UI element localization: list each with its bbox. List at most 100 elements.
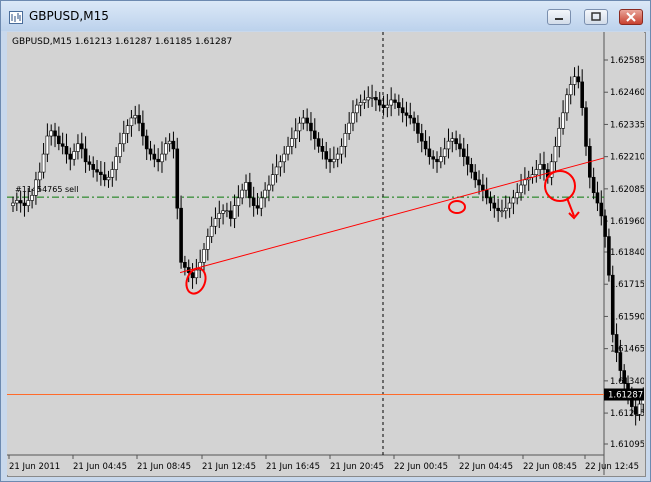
- x-tick-label: 21 Jun 04:45: [73, 462, 127, 472]
- candle: [64, 146, 69, 155]
- candle: [45, 135, 50, 155]
- candle: [183, 262, 187, 268]
- x-tick-label: 21 Jun 16:45: [266, 462, 320, 472]
- candle: [408, 115, 413, 119]
- candle: [263, 189, 267, 199]
- candle: [431, 156, 436, 160]
- candle: [68, 153, 73, 160]
- y-tick-label: 1.62335: [610, 120, 644, 130]
- candle: [121, 133, 126, 145]
- candle: [523, 179, 527, 186]
- candle: [328, 158, 332, 163]
- title-bar[interactable]: GBPUSD,M15: [1, 1, 650, 31]
- candle: [557, 127, 562, 147]
- candle: [370, 97, 374, 99]
- x-tick-label: 22 Jun 04:45: [459, 462, 513, 472]
- candle: [618, 352, 623, 371]
- candle: [538, 164, 542, 170]
- candle: [26, 200, 31, 206]
- candle: [209, 225, 214, 237]
- candle: [419, 133, 424, 142]
- candle: [49, 130, 54, 137]
- candle: [225, 210, 229, 213]
- candle: [133, 115, 138, 119]
- restore-button[interactable]: [584, 9, 608, 25]
- candle: [412, 117, 416, 124]
- candle: [320, 146, 325, 152]
- y-tick-label: 1.61960: [610, 217, 644, 227]
- minimize-button[interactable]: [547, 9, 571, 25]
- y-tick-label: 1.61590: [610, 312, 644, 322]
- candle: [389, 99, 393, 106]
- candle: [160, 153, 164, 163]
- candle: [164, 143, 168, 155]
- candle: [507, 202, 512, 209]
- candle: [599, 202, 604, 217]
- candle: [83, 148, 88, 163]
- candle: [553, 146, 558, 163]
- candle: [377, 99, 382, 106]
- candle: [125, 125, 130, 134]
- candle: [496, 207, 500, 212]
- candle: [580, 81, 584, 108]
- candle: [60, 143, 65, 147]
- candle: [76, 143, 80, 152]
- candle: [362, 99, 367, 103]
- price-chart[interactable]: 1.62585 1.62460 1.62335 1.62210 1.62085 1.619…: [7, 32, 644, 475]
- y-tick-label: 1.62210: [610, 153, 644, 163]
- candle: [293, 130, 298, 139]
- candle: [519, 184, 523, 194]
- candle: [450, 138, 455, 142]
- x-tick-label: 21 Jun 20:45: [330, 462, 384, 472]
- candle: [534, 169, 539, 175]
- candle: [366, 97, 371, 101]
- candle: [156, 158, 160, 163]
- candle: [297, 122, 302, 132]
- candle: [465, 156, 470, 165]
- candle: [637, 403, 642, 415]
- candle: [393, 99, 397, 103]
- candle: [301, 117, 306, 124]
- candle: [129, 117, 134, 127]
- candle: [473, 171, 478, 181]
- candle: [22, 202, 27, 206]
- y-tick-label: 1.61095: [610, 440, 644, 450]
- candle: [167, 140, 172, 145]
- y-tick-label: 1.61840: [610, 248, 644, 258]
- candle: [95, 169, 99, 173]
- candle: [305, 117, 309, 124]
- candle: [351, 112, 355, 124]
- candle: [240, 189, 244, 199]
- candle: [179, 207, 183, 263]
- candle: [622, 370, 627, 384]
- candle: [34, 179, 38, 196]
- candle: [248, 182, 252, 199]
- candle: [469, 164, 474, 173]
- candle: [118, 143, 122, 157]
- candle: [584, 107, 588, 147]
- candle: [610, 274, 615, 335]
- candle: [400, 107, 405, 114]
- candle: [194, 269, 199, 279]
- candle: [30, 195, 34, 201]
- candle: [416, 122, 420, 134]
- candle: [607, 236, 611, 276]
- candle: [442, 148, 447, 157]
- x-tick-label: 22 Jun 12:45: [585, 462, 639, 472]
- candle: [511, 197, 516, 204]
- candle: [404, 112, 409, 116]
- candle: [91, 164, 96, 170]
- chart-window-icon: [9, 9, 23, 24]
- candle: [354, 104, 359, 114]
- candle: [309, 122, 313, 132]
- candle: [15, 200, 19, 204]
- x-tick-label: 22 Jun 08:45: [523, 462, 577, 472]
- candle: [87, 161, 92, 165]
- close-button[interactable]: [619, 9, 643, 25]
- candle: [79, 143, 84, 150]
- candle: [435, 158, 439, 163]
- candle: [152, 153, 157, 160]
- candle: [332, 158, 336, 163]
- candle: [221, 210, 225, 214]
- candle: [251, 197, 256, 206]
